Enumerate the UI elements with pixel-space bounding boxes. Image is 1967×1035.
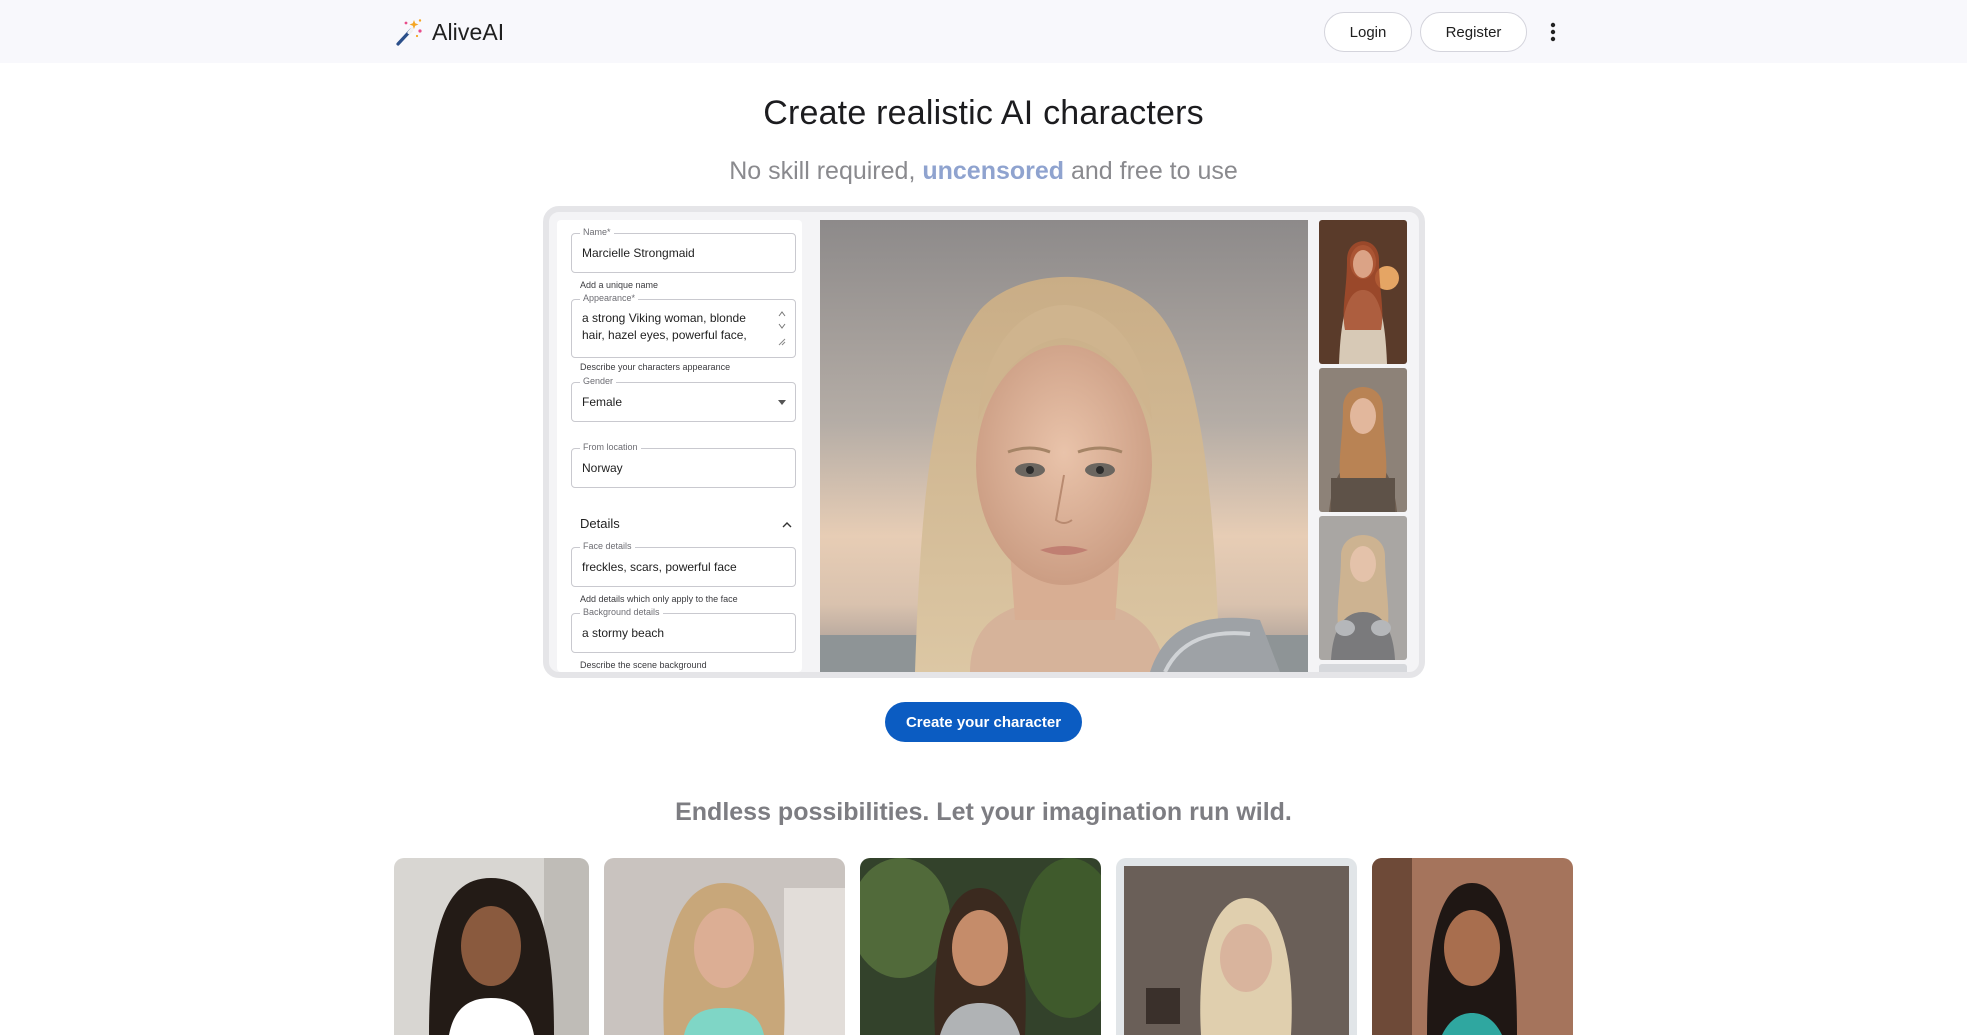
appearance-field-value: a strong Viking woman, blonde hair, haze… — [582, 311, 747, 342]
brand-name: AliveAI — [432, 18, 505, 45]
background-details-value: a stormy beach — [582, 626, 665, 640]
thumbnail-1[interactable] — [1319, 220, 1407, 364]
gallery-card-1[interactable] — [394, 858, 589, 1035]
gallery-card-3[interactable] — [860, 858, 1101, 1035]
location-field[interactable]: From location Norway — [571, 442, 796, 488]
hero-subtitle: No skill required, uncensored and free t… — [0, 157, 1967, 186]
background-details-label: Background details — [580, 607, 663, 617]
more-vertical-icon[interactable] — [1541, 20, 1565, 44]
generated-portrait-image — [820, 220, 1308, 672]
subtitle-text-start: No skill required, — [729, 157, 923, 185]
gallery-card-2[interactable] — [604, 858, 845, 1035]
name-field-label: Name* — [580, 227, 614, 237]
face-details-field[interactable]: Face details freckles, scars, powerful f… — [571, 541, 796, 587]
brand-logo[interactable]: AliveAI — [394, 15, 504, 49]
name-field[interactable]: Name* Marcielle Strongmaid — [571, 227, 796, 273]
thumbnail-2[interactable] — [1319, 368, 1407, 512]
character-thumbnails — [1319, 220, 1407, 672]
gender-field-label: Gender — [580, 376, 617, 386]
background-helper-text: Describe the scene background — [580, 660, 707, 670]
hero-title: Create realistic AI characters — [763, 94, 1204, 132]
gender-select[interactable]: Gender Female — [571, 376, 796, 422]
location-field-label: From location — [580, 442, 641, 452]
face-helper-text: Add details which only apply to the face — [580, 594, 738, 604]
face-details-value: freckles, scars, powerful face — [582, 560, 737, 574]
character-form: Name* Marcielle Strongmaid Add a unique … — [557, 220, 802, 672]
register-button[interactable]: Register — [1420, 12, 1527, 52]
thumbnail-3[interactable] — [1319, 516, 1407, 660]
name-field-value: Marcielle Strongmaid — [582, 246, 695, 260]
name-helper-text: Add a unique name — [580, 280, 659, 290]
create-character-button[interactable]: Create your character — [885, 702, 1082, 742]
chevron-up-icon[interactable] — [781, 518, 793, 530]
gallery-card-4[interactable] — [1116, 858, 1357, 1035]
location-field-value: Norway — [582, 461, 623, 475]
login-button[interactable]: Login — [1324, 12, 1412, 52]
caret-down-icon — [778, 400, 786, 405]
appearance-field[interactable]: Appearance* a strong Viking woman, blond… — [571, 293, 796, 358]
face-details-label: Face details — [580, 541, 635, 551]
magic-wand-icon — [394, 17, 424, 47]
background-details-field[interactable]: Background details a stormy beach — [571, 607, 796, 653]
subtitle-text-end: and free to use — [1064, 157, 1238, 185]
gallery-section-title: Endless possibilities. Let your imaginat… — [675, 798, 1292, 826]
subtitle-accent: uncensored — [922, 157, 1065, 185]
appearance-helper-text: Describe your characters appearance — [580, 362, 731, 372]
gender-field-value: Female — [582, 395, 623, 409]
top-navigation-bar: AliveAI Login Register — [0, 0, 1967, 63]
gallery-card-5[interactable] — [1372, 858, 1573, 1035]
thumbnail-4-partial[interactable] — [1319, 664, 1407, 672]
textarea-resize-icon[interactable] — [778, 310, 786, 346]
character-creator-preview: Name* Marcielle Strongmaid Add a unique … — [543, 206, 1425, 678]
appearance-field-label: Appearance* — [580, 293, 639, 303]
details-section-toggle[interactable]: Details — [580, 516, 620, 531]
